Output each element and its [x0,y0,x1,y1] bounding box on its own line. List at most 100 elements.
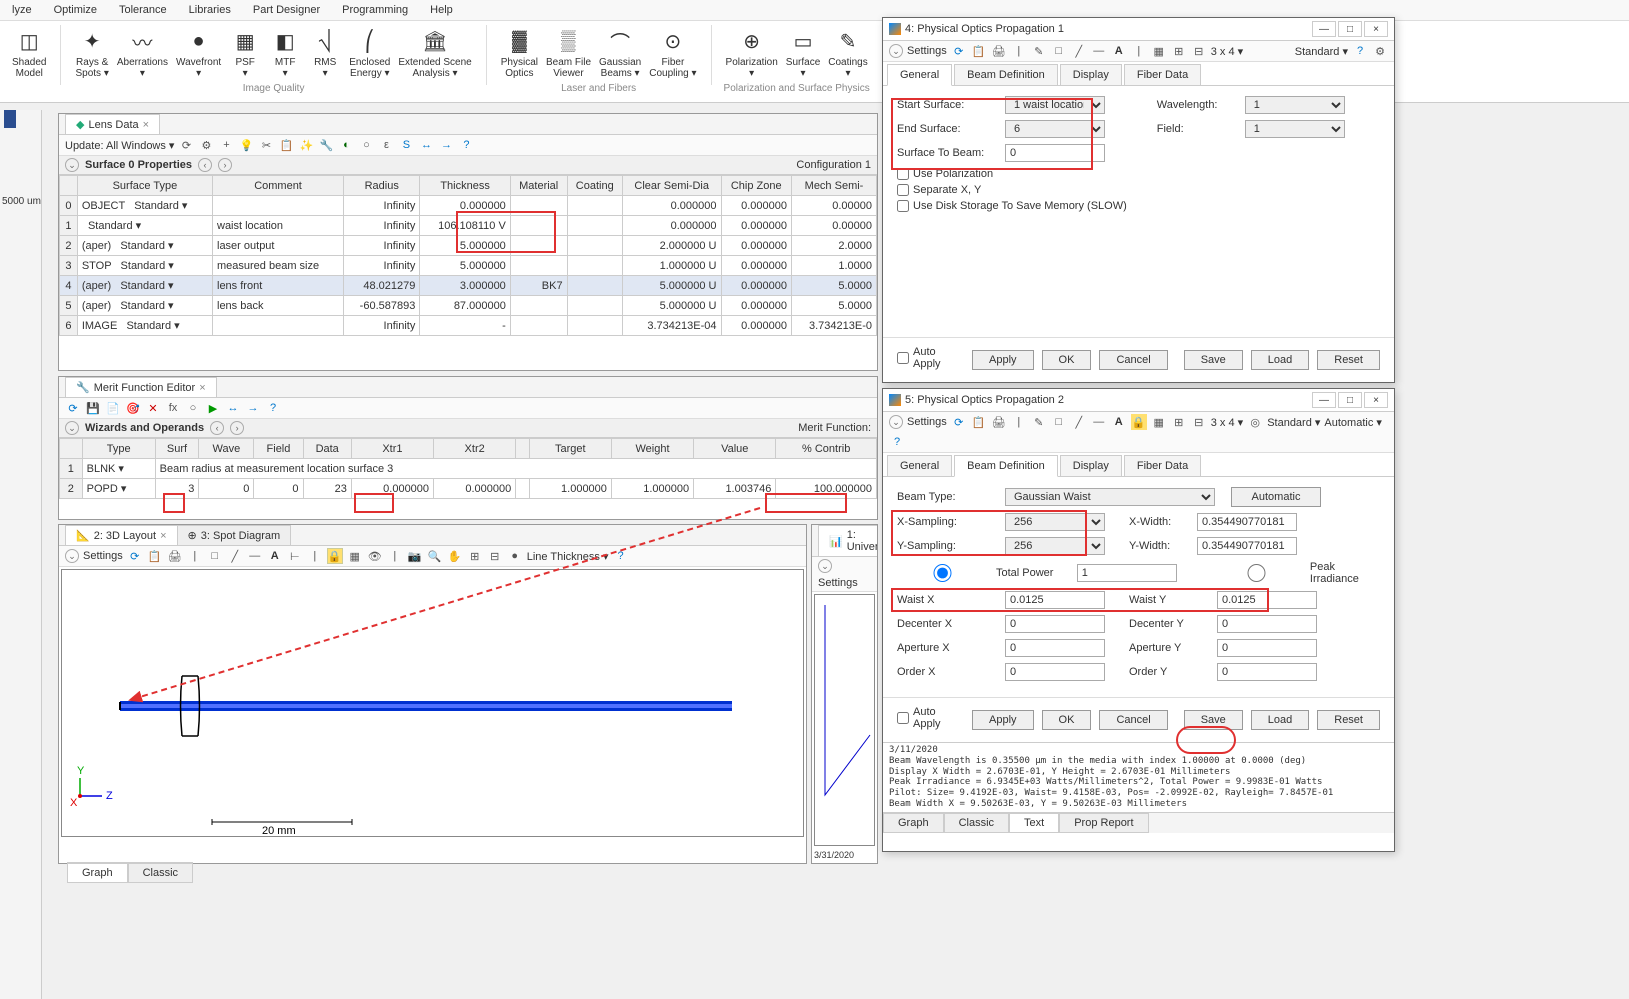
scissors-icon[interactable]: ✂ [258,137,274,153]
save-icon[interactable]: 📋 [971,414,987,430]
ribbon-aberrations[interactable]: 〰Aberrations▾ [113,25,172,81]
col-header[interactable]: Field [254,439,303,459]
table-row[interactable]: 1 Standard ▾waist locationInfinity106.10… [60,216,877,236]
cell[interactable]: BLNK ▾ [82,459,155,479]
ribbon-coatings[interactable]: ✎Coatings▾ [824,25,871,81]
cell[interactable]: 0.000000 [420,196,510,216]
layout-viewport[interactable]: Y Z X 20 mm [61,569,804,837]
col-header[interactable]: % Contrib [776,439,877,459]
cell[interactable]: 0.00000 [792,196,877,216]
refresh-icon[interactable]: ⟳ [127,548,143,564]
square-icon[interactable]: □ [1051,43,1067,59]
save-icon[interactable]: 📋 [147,548,163,564]
grid2-icon[interactable]: ⊟ [487,548,503,564]
tab-general[interactable]: General [887,455,952,476]
cell[interactable]: 0.000000 [721,316,792,336]
grid3-icon[interactable]: ⊟ [1191,414,1207,430]
tool-icon[interactable]: 🔧 [318,137,334,153]
cell[interactable] [567,276,622,296]
total-power-input[interactable] [1077,564,1177,582]
order-y-input[interactable] [1217,663,1317,681]
minimize-icon[interactable]: — [1312,392,1336,408]
cell[interactable]: 2.000000 U [622,236,721,256]
cell[interactable]: 3.000000 [420,276,510,296]
cell[interactable] [567,216,622,236]
sep-xy-check[interactable] [897,184,909,196]
row-num[interactable]: 1 [60,216,78,236]
cell[interactable] [510,236,567,256]
f-icon[interactable]: fx [165,400,181,416]
ribbon-psf[interactable]: ▦PSF▾ [225,25,265,81]
btab-text[interactable]: Text [1009,813,1059,833]
tab-beam-def[interactable]: Beam Definition [954,64,1058,85]
col-header[interactable]: Target [529,439,611,459]
view-icon[interactable]: 👁 [367,548,383,564]
layout-tab-spot[interactable]: ⊕3: Spot Diagram [177,525,292,545]
beam-type-select[interactable]: Gaussian Waist [1005,488,1215,506]
bulb-icon[interactable]: 💡 [238,137,254,153]
cell[interactable]: 5.000000 U [622,276,721,296]
square-icon[interactable]: □ [1051,414,1067,430]
grid-dropdown[interactable]: 3 x 4 ▾ [1211,416,1243,429]
cell[interactable] [213,196,344,216]
univ-tab[interactable]: 📊1: Univers [818,525,878,556]
pop1-titlebar[interactable]: 4: Physical Optics Propagation 1—□× [883,18,1394,41]
settings-label[interactable]: Settings [907,45,947,57]
cell[interactable]: BK7 [510,276,567,296]
grid-dropdown[interactable]: 3 x 4 ▾ [1211,45,1243,58]
ribbon-surface[interactable]: ▭Surface▾ [782,25,824,81]
save-icon[interactable]: 📋 [971,43,987,59]
go-icon[interactable]: ▶ [205,400,221,416]
print-icon[interactable]: 🖨 [991,43,1007,59]
cell[interactable]: 0.000000 [351,479,433,499]
zoom-icon[interactable]: 🔍 [427,548,443,564]
ok-button[interactable]: OK [1042,350,1092,370]
ribbon-extended-scene[interactable]: 🏛Extended SceneAnalysis ▾ [394,25,475,81]
dash-icon[interactable]: — [1091,43,1107,59]
dot-icon[interactable]: ● [507,548,523,564]
cell[interactable]: 1.0000 [792,256,877,276]
cell[interactable]: 5.000000 [420,236,510,256]
prev-icon[interactable]: ‹ [198,158,212,172]
table-row[interactable]: 4(aper) Standard ▾lens front48.0212793.0… [60,276,877,296]
cell[interactable]: 3 [155,479,199,499]
wavelength-select[interactable]: 1 [1245,96,1345,114]
ring-icon[interactable]: ○ [358,137,374,153]
univ-viewport[interactable] [814,594,875,846]
print-icon[interactable]: 🖨 [991,414,1007,430]
cell[interactable]: OBJECT Standard ▾ [77,196,212,216]
maximize-icon[interactable]: □ [1338,392,1362,408]
line-icon[interactable]: ╱ [227,548,243,564]
col-header[interactable]: Wave [199,439,254,459]
ribbon-wavefront[interactable]: ●Wavefront▾ [172,25,225,81]
help-icon[interactable]: ? [458,137,474,153]
cell[interactable] [567,316,622,336]
use-pol-check[interactable] [897,168,909,180]
tab-fiber[interactable]: Fiber Data [1124,455,1201,476]
ribbon-mtf[interactable]: ◧MTF▾ [265,25,305,81]
refresh-icon[interactable]: ⟳ [65,400,81,416]
end-surface-select[interactable]: 6 [1005,120,1105,138]
paste-icon[interactable]: 📋 [278,137,294,153]
tab-display[interactable]: Display [1060,455,1122,476]
col-header[interactable]: Type [82,439,155,459]
pan-icon[interactable]: ✋ [447,548,463,564]
cancel-button[interactable]: Cancel [1099,710,1167,730]
cell[interactable]: Infinity [344,216,420,236]
gear-icon[interactable]: ⚙ [1372,43,1388,59]
col-header[interactable]: Radius [344,176,420,196]
save-icon[interactable]: 💾 [85,400,101,416]
cell[interactable] [510,296,567,316]
table-row[interactable]: 3STOP Standard ▾measured beam sizeInfini… [60,256,877,276]
table-row[interactable]: 6IMAGE Standard ▾Infinity-3.734213E-040.… [60,316,877,336]
cell[interactable]: 0 [254,479,303,499]
text-icon[interactable]: A [267,548,283,564]
close-icon[interactable]: × [160,530,166,542]
tab-beam-def[interactable]: Beam Definition [954,455,1058,477]
std-dropdown[interactable]: Standard ▾ [1267,416,1320,429]
menu-help[interactable]: Help [426,2,457,18]
cell[interactable]: 0.000000 [721,276,792,296]
cam-icon[interactable]: 📷 [407,548,423,564]
cell[interactable]: 0.000000 [622,196,721,216]
ribbon-enclosed[interactable]: ⎛EnclosedEnergy ▾ [345,25,394,81]
